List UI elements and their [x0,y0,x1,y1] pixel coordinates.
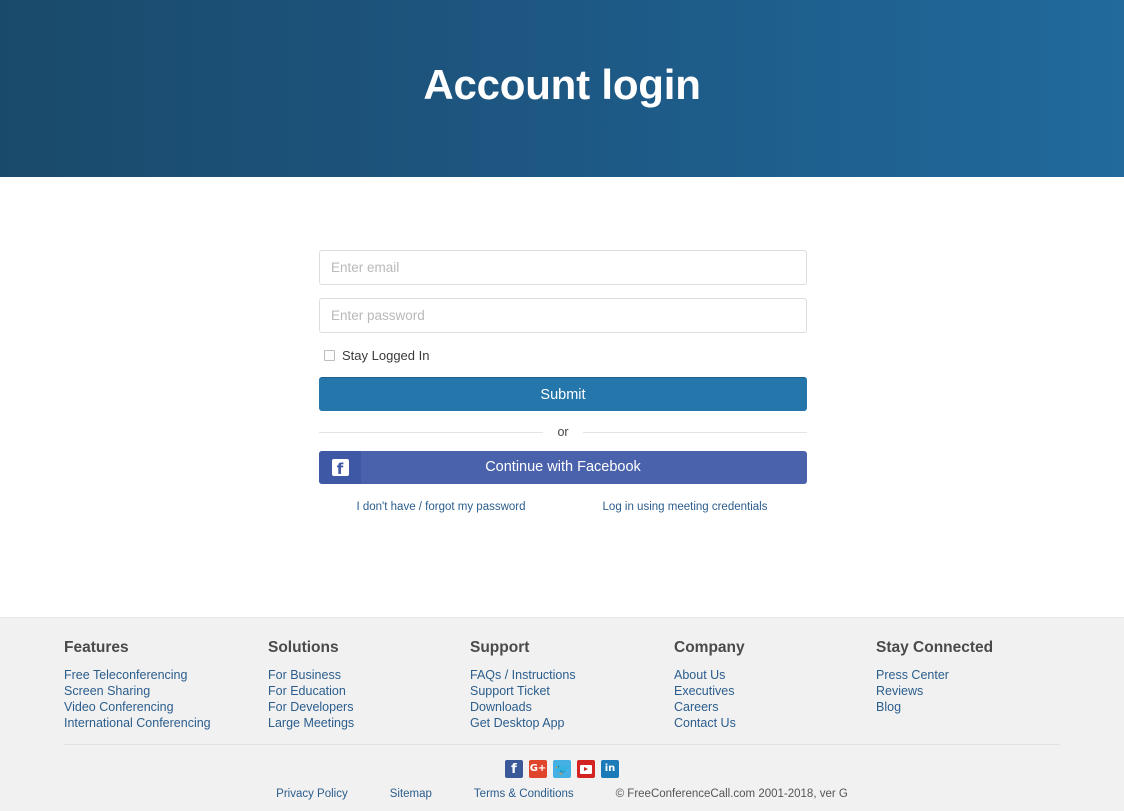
login-form: Stay Logged In Submit or Continue with F… [319,250,807,513]
continue-with-facebook-button[interactable]: Continue with Facebook [319,450,807,484]
footer-link-press-center[interactable]: Press Center [876,667,1060,683]
forgot-password-link[interactable]: I don't have / forgot my password [356,501,525,513]
footer-link-for-business[interactable]: For Business [268,667,470,683]
hero-banner: Account login [0,0,1124,177]
stay-logged-in-checkbox[interactable] [324,349,335,361]
footer-heading: Solutions [268,639,339,656]
password-field[interactable] [319,298,807,333]
footer-column-solutions: Solutions For Business For Education For… [268,640,470,732]
twitter-icon[interactable]: 🐦 [553,760,571,778]
copyright-text: © FreeConferenceCall.com 2001-2018, ver … [615,788,848,800]
divider-line-right [582,431,807,433]
footer-column-company: Company About Us Executives Careers Cont… [674,640,876,732]
footer-column-stay-connected: Stay Connected Press Center Reviews Blog [876,640,1060,732]
footer-bottom-links: Privacy Policy Sitemap Terms & Condition… [0,788,1124,800]
footer-link-blog[interactable]: Blog [876,699,1060,715]
linkedin-icon[interactable]: in [601,760,619,778]
divider-line-left [319,431,544,433]
stay-logged-in-label: Stay Logged In [342,347,430,363]
site-footer: Features Free Teleconferencing Screen Sh… [0,617,1124,811]
footer-link-careers[interactable]: Careers [674,699,876,715]
email-field[interactable] [319,250,807,285]
footer-link-get-desktop-app[interactable]: Get Desktop App [470,715,674,731]
forgot-password-cell: I don't have / forgot my password [319,501,563,513]
youtube-play-glyph [580,764,592,774]
footer-link-for-education[interactable]: For Education [268,683,470,699]
footer-link-about-us[interactable]: About Us [674,667,876,683]
stay-logged-in-row[interactable]: Stay Logged In [320,346,807,364]
facebook-icon [319,450,361,484]
footer-divider [64,744,1060,745]
footer-link-reviews[interactable]: Reviews [876,683,1060,699]
terms-conditions-link[interactable]: Terms & Conditions [474,788,574,800]
youtube-icon[interactable] [577,760,595,778]
footer-link-for-developers[interactable]: For Developers [268,699,470,715]
footer-link-international-conferencing[interactable]: International Conferencing [64,715,268,731]
facebook-button-label: Continue with Facebook [485,458,641,475]
footer-heading: Features [64,639,129,656]
googleplus-icon[interactable]: G+ [529,760,547,778]
social-links: f G+ 🐦 in [0,760,1124,778]
form-links-row: I don't have / forgot my password Log in… [319,501,807,513]
footer-link-video-conferencing[interactable]: Video Conferencing [64,699,268,715]
login-main: Stay Logged In Submit or Continue with F… [0,177,1124,617]
footer-link-faqs-instructions[interactable]: FAQs / Instructions [470,667,674,683]
sitemap-link[interactable]: Sitemap [390,788,432,800]
footer-link-screen-sharing[interactable]: Screen Sharing [64,683,268,699]
footer-columns: Features Free Teleconferencing Screen Sh… [0,618,1124,732]
meeting-credentials-cell: Log in using meeting credentials [563,501,807,513]
facebook-icon[interactable]: f [505,760,523,778]
footer-link-support-ticket[interactable]: Support Ticket [470,683,674,699]
footer-heading: Company [674,639,745,656]
privacy-policy-link[interactable]: Privacy Policy [276,788,348,800]
footer-link-executives[interactable]: Executives [674,683,876,699]
footer-column-features: Features Free Teleconferencing Screen Sh… [64,640,268,732]
footer-column-support: Support FAQs / Instructions Support Tick… [470,640,674,732]
footer-link-free-teleconferencing[interactable]: Free Teleconferencing [64,667,268,683]
divider-label: or [557,425,569,439]
footer-heading: Stay Connected [876,639,994,656]
footer-link-downloads[interactable]: Downloads [470,699,674,715]
facebook-f-glyph [331,458,349,478]
footer-heading: Support [470,639,530,656]
page-title: Account login [423,60,701,108]
footer-link-contact-us[interactable]: Contact Us [674,715,876,731]
submit-button[interactable]: Submit [319,377,807,411]
meeting-credentials-link[interactable]: Log in using meeting credentials [603,501,768,513]
footer-link-large-meetings[interactable]: Large Meetings [268,715,470,731]
or-divider: or [319,426,807,439]
